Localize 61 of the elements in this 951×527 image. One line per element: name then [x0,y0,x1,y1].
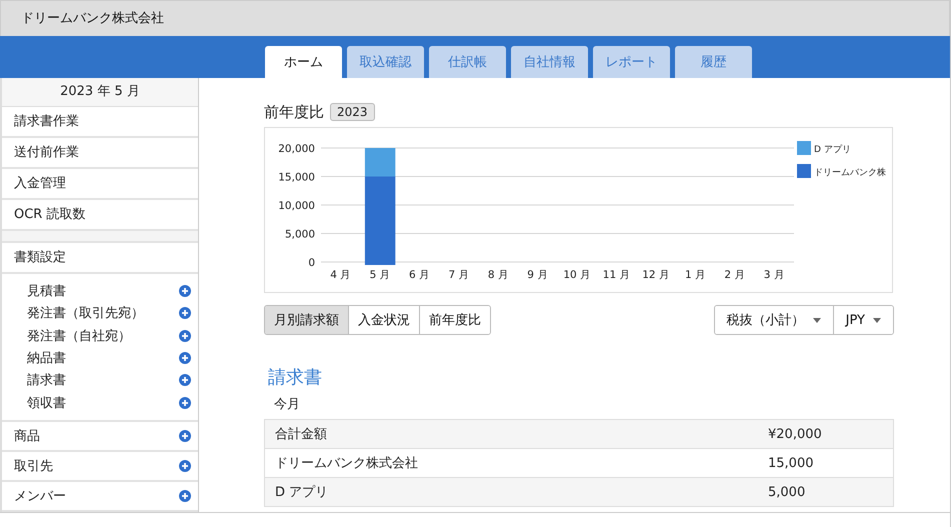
view-button[interactable]: 前年度比 [419,306,490,334]
axis-label: 20,000 [278,143,315,155]
sidebar-item[interactable]: 発注書（自社宛） [27,326,131,345]
axis-label: 0 [308,257,315,269]
axis-label: 6 月 [409,269,430,281]
axis-label: 5,000 [284,228,315,240]
add-icon[interactable] [179,490,191,502]
axis-label: 11 月 [602,269,630,281]
sidebar-item[interactable]: 領収書 [27,394,66,412]
sidebar-item[interactable]: 送付前作業 [2,138,198,169]
add-icon[interactable] [179,430,191,442]
caret-icon [812,318,821,322]
legend-label: ドリームバンク株 [814,168,886,178]
table-cell-text: ドリームバンク株式会社 [274,455,419,472]
add-icon[interactable] [179,285,191,298]
add-icon[interactable] [179,460,191,472]
table-cell: 15,000 [768,456,814,470]
window-title: ドリームバンク株式会社 [21,11,164,26]
legend-swatch [797,141,811,155]
table-cell: ¥20,000 [768,426,822,442]
table-cell-text: 合計金額 [274,426,328,443]
sidebar-item[interactable]: 発注書（取引先宛） [27,304,144,322]
table-cell: 5,000 [768,484,806,500]
axis-label: 5 月 [370,269,391,281]
view-button[interactable]: 月別請求額 [265,306,348,334]
period-label: 今月 [274,396,300,413]
axis-label: 7 月 [448,269,470,281]
caret-icon [873,318,881,322]
axis-label: 9 月 [527,269,548,281]
sidebar-item[interactable]: メンバー [14,486,66,505]
axis-label: 2 月 [724,269,746,281]
add-icon[interactable] [179,352,191,364]
legend-label: D アプリ [814,145,851,155]
section-header: 書類設定 [2,243,198,274]
sidebar-item[interactable]: 請求書 [27,371,66,390]
axis-label: 15,000 [278,172,315,184]
sidebar-item[interactable]: 納品書 [27,349,66,368]
axis-label: 10,000 [278,200,315,212]
dropdown[interactable]: JPY [832,306,893,334]
axis-label: 12 月 [642,269,670,281]
tab[interactable]: ホーム [265,46,342,78]
sidebar-item[interactable]: 請求書作業 [2,107,198,138]
add-icon[interactable] [179,307,191,320]
sidebar-item[interactable]: 入金管理 [2,169,198,200]
axis-label: 1 月 [684,269,706,281]
chart-title: 前年度比 [264,102,324,122]
table-cell-text: D アプリ [274,484,330,501]
add-icon[interactable] [179,396,191,409]
add-icon[interactable] [179,330,191,342]
sidebar-item[interactable]: OCR 読取数 [2,200,198,231]
axis-label: 3 月 [764,269,785,281]
sidebar-item[interactable]: 商品 [14,426,40,445]
add-icon[interactable] [179,374,191,386]
legend-swatch [797,164,811,178]
sidebar-item[interactable]: 見積書 [27,282,66,300]
axis-label: 10 月 [563,269,592,281]
year-badge: 2023 [330,103,375,121]
axis-label: 4 月 [330,269,352,281]
sidebar-item[interactable]: 取引先 [14,456,53,475]
axis-label: 8 月 [488,269,509,281]
section-title: 請求書 [268,366,323,389]
